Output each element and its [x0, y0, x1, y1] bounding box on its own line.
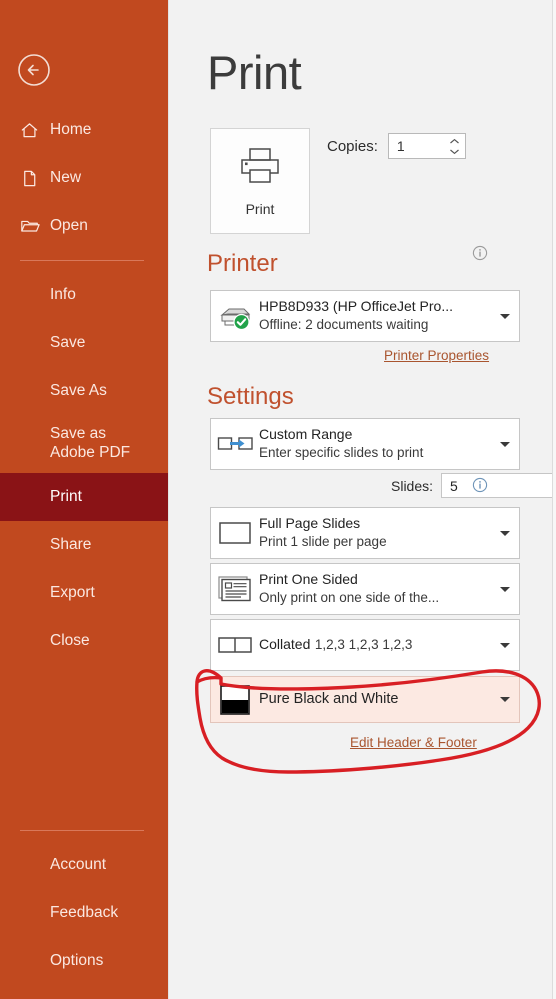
sidebar-bottom-nav: Account Feedback Options: [0, 820, 168, 985]
print-range-text: Custom Range Enter specific slides to pr…: [259, 425, 491, 462]
collated-icon: [211, 634, 259, 656]
printer-name: HPB8D933 (HP OfficeJet Pro...: [259, 298, 454, 315]
sidebar-item-label: Save: [50, 334, 86, 352]
sidebar-item-label: Info: [50, 286, 76, 304]
sidebar-divider-top: [20, 260, 144, 261]
sidebar-item-info[interactable]: Info: [0, 271, 168, 319]
print-sides-title: Print One Sided: [259, 571, 358, 588]
print-sides-select[interactable]: Print One Sided Only print on one side o…: [210, 563, 520, 615]
copies-value: 1: [396, 138, 405, 154]
collation-desc: 1,2,3 1,2,3 1,2,3: [314, 637, 413, 653]
copies-stepper[interactable]: 1: [387, 133, 466, 159]
edit-header-footer-link[interactable]: Edit Header & Footer: [350, 735, 477, 750]
sidebar-item-close[interactable]: Close: [0, 617, 168, 665]
print-button[interactable]: Print: [210, 128, 310, 234]
sidebar-item-account[interactable]: Account: [0, 841, 168, 889]
sidebar-item-label: New: [50, 169, 82, 187]
print-range-desc: Enter specific slides to print: [259, 445, 424, 461]
sidebar-item-share[interactable]: Share: [0, 521, 168, 569]
sidebar-item-label: Share: [50, 536, 92, 554]
slides-label: Slides:: [391, 477, 434, 494]
sidebar-item-label: Close: [50, 632, 90, 650]
printer-icon: [241, 147, 279, 183]
chevron-down-icon[interactable]: [491, 642, 519, 648]
sidebar-item-label: Home: [50, 121, 92, 139]
print-one-sided-icon: [211, 575, 259, 603]
sidebar-item-save-as[interactable]: Save As: [0, 367, 168, 415]
sidebar-item-label: Print: [50, 488, 82, 506]
sidebar-item-save-as-adobe-pdf[interactable]: Save as Adobe PDF: [0, 415, 168, 473]
color-mode-title: Pure Black and White: [259, 690, 399, 707]
printer-status: Offline: 2 documents waiting: [259, 317, 429, 333]
chevron-down-icon[interactable]: [491, 313, 519, 319]
sidebar-item-label: Options: [50, 952, 104, 970]
sidebar-item-label: Save as Adobe PDF: [50, 425, 131, 462]
chevron-up-icon[interactable]: [449, 138, 460, 145]
printer-select-text: HPB8D933 (HP OfficeJet Pro... Offline: 2…: [259, 297, 491, 334]
print-range-title: Custom Range: [259, 426, 353, 443]
collation-select[interactable]: Collated 1,2,3 1,2,3 1,2,3: [210, 619, 520, 671]
sidebar-item-export[interactable]: Export: [0, 569, 168, 617]
chevron-down-icon[interactable]: [491, 697, 519, 702]
page-layout-title: Full Page Slides: [259, 515, 361, 532]
printer-info-icon[interactable]: [472, 245, 488, 266]
copies-row: Copies: 1: [327, 133, 466, 159]
sidebar-item-options[interactable]: Options: [0, 937, 168, 985]
copies-label: Copies:: [327, 137, 378, 155]
slides-input[interactable]: 5: [441, 473, 556, 498]
sidebar-divider-bottom: [20, 830, 144, 831]
page-layout-desc: Print 1 slide per page: [259, 534, 387, 550]
home-icon: [20, 121, 50, 140]
chevron-down-icon[interactable]: [449, 148, 460, 155]
color-mode-text: Pure Black and White: [259, 690, 491, 710]
sidebar-item-label: Export: [50, 584, 95, 602]
collation-text: Collated 1,2,3 1,2,3 1,2,3: [259, 635, 491, 654]
back-button[interactable]: [16, 52, 52, 88]
pane-right-edge: [552, 0, 556, 999]
sidebar-nav: Home New Open Info Save Save As Save as …: [0, 106, 168, 665]
sidebar-item-home[interactable]: Home: [0, 106, 168, 154]
new-document-icon: [20, 169, 50, 188]
printer-properties-link[interactable]: Printer Properties: [384, 348, 489, 363]
chevron-down-icon[interactable]: [491, 441, 519, 447]
back-arrow-icon: [18, 54, 50, 86]
page-layout-select[interactable]: Full Page Slides Print 1 slide per page: [210, 507, 520, 559]
print-settings-pane: Print Print Copies: 1 Printer HPB8D933 (…: [168, 0, 556, 999]
sidebar-item-save[interactable]: Save: [0, 319, 168, 367]
print-button-label: Print: [245, 200, 275, 217]
sidebar-item-label: Account: [50, 856, 107, 874]
printer-select[interactable]: HPB8D933 (HP OfficeJet Pro... Offline: 2…: [210, 290, 520, 342]
settings-section-heading: Settings: [207, 383, 294, 410]
sidebar-item-print[interactable]: Print: [0, 473, 168, 521]
collation-title: Collated: [259, 636, 311, 653]
chevron-down-icon[interactable]: [491, 586, 519, 592]
sidebar-item-new[interactable]: New: [0, 154, 168, 202]
slides-info-icon[interactable]: [472, 477, 488, 498]
sidebar-item-label: Open: [50, 217, 88, 235]
chevron-down-icon[interactable]: [491, 530, 519, 536]
print-range-select[interactable]: Custom Range Enter specific slides to pr…: [210, 418, 520, 470]
printer-status-icon: [211, 301, 259, 331]
page-layout-text: Full Page Slides Print 1 slide per page: [259, 514, 491, 551]
sidebar-item-feedback[interactable]: Feedback: [0, 889, 168, 937]
sidebar-item-open[interactable]: Open: [0, 202, 168, 250]
print-sides-text: Print One Sided Only print on one side o…: [259, 570, 491, 607]
full-page-slide-icon: [211, 520, 259, 546]
print-sides-desc: Only print on one side of the...: [259, 590, 440, 606]
sidebar-item-label: Feedback: [50, 904, 119, 922]
color-mode-select[interactable]: Pure Black and White: [210, 676, 520, 723]
sidebar-item-label: Save As: [50, 382, 107, 400]
print-backstage-screen: Home New Open Info Save Save As Save as …: [0, 0, 556, 999]
backstage-sidebar: Home New Open Info Save Save As Save as …: [0, 0, 168, 999]
pure-black-and-white-icon: [211, 683, 259, 717]
printer-section-heading: Printer: [207, 250, 278, 277]
custom-range-icon: [211, 433, 259, 455]
copies-spin-arrows: [449, 134, 460, 158]
page-title: Print: [207, 46, 302, 99]
open-folder-icon: [20, 216, 50, 236]
